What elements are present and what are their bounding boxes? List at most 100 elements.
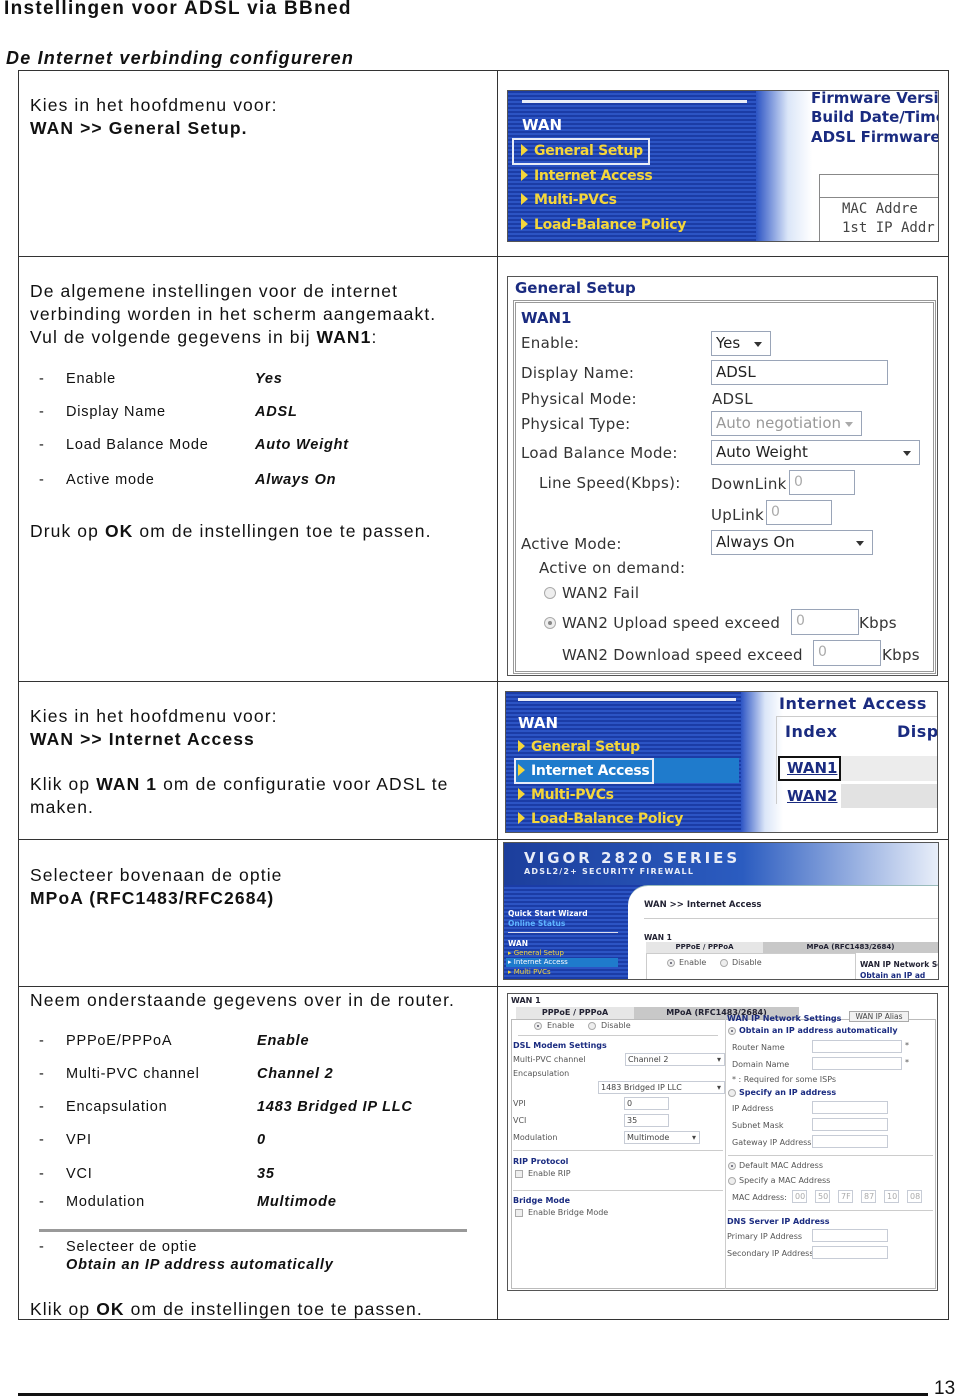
ip-address-input[interactable] <box>812 1101 888 1114</box>
enable-rip-checkbox[interactable] <box>515 1170 523 1178</box>
physical-mode-value: ADSL <box>712 390 753 408</box>
column-header-index: Index <box>785 722 838 741</box>
arrow-right-icon <box>518 812 525 824</box>
multi-pvc-channel-select[interactable]: Channel 2 <box>625 1053 725 1066</box>
instruction-text: Klik op WAN 1 om de configuratie voor AD… <box>30 774 449 794</box>
footer-divider <box>18 1393 928 1396</box>
wan2-fail-radio[interactable] <box>544 587 556 599</box>
menu-item-general-setup[interactable]: General Setup <box>521 143 643 159</box>
sidebar-section-wan: WAN <box>508 939 529 948</box>
physical-mode-label: Physical Mode: <box>521 390 637 408</box>
subnet-mask-input[interactable] <box>812 1118 888 1131</box>
mac-octet-input[interactable]: 00 <box>792 1190 807 1203</box>
step-row-mpoa: Selecteer bovenaan de optie MPoA (RFC148… <box>19 839 948 986</box>
breadcrumb: WAN >> Internet Access <box>644 900 762 910</box>
enable-radio[interactable] <box>667 959 675 967</box>
chevron-down-icon <box>903 450 911 456</box>
modulation-select[interactable]: Multimode <box>624 1131 700 1144</box>
page-number: 13 <box>934 1378 956 1399</box>
general-setup-screenshot: General Setup WAN1 Enable: Yes Display N… <box>507 276 938 676</box>
display-name-input[interactable]: ADSL <box>711 360 888 385</box>
tab-pppoe[interactable]: PPPoE / PPPoA <box>646 942 763 953</box>
brand-tagline: ADSL2/2+ SECURITY FIREWALL <box>524 867 695 876</box>
arrow-right-icon <box>518 764 525 776</box>
downlink-input[interactable]: 0 <box>789 470 855 495</box>
mac-octet-input[interactable]: 08 <box>907 1190 922 1203</box>
section-subtitle: De Internet verbinding configureren <box>6 48 355 68</box>
gateway-ip-input[interactable] <box>812 1135 888 1148</box>
obtain-ip-label: Obtain an IP address automatically <box>739 1026 898 1035</box>
menu-item-general-setup[interactable]: ▸ General Setup <box>508 949 564 957</box>
disable-radio[interactable] <box>720 959 728 967</box>
arrow-right-icon <box>518 788 525 800</box>
mac-octet-input[interactable]: 7F <box>838 1190 853 1203</box>
wan2-download-input[interactable]: 0 <box>813 640 881 666</box>
vigor-banner: VIGOR 2820 SERIES ADSL2/2+ SECURITY FIRE… <box>504 843 938 885</box>
disable-radio[interactable] <box>588 1022 596 1030</box>
bridge-mode-heading: Bridge Mode <box>513 1196 571 1205</box>
domain-name-input[interactable] <box>812 1057 902 1070</box>
physical-type-select[interactable]: Auto negotiation <box>711 411 862 436</box>
menu-item-load-balance-policy[interactable]: Load-Balance Policy <box>521 217 686 233</box>
menu-item-multi-pvcs[interactable]: Multi-PVCs <box>521 192 617 208</box>
vigor-screenshot: VIGOR 2820 SERIES ADSL2/2+ SECURITY FIRE… <box>503 842 939 980</box>
menu-item-internet-access[interactable]: Internet Access <box>518 763 650 779</box>
online-status-link[interactable]: Online Status <box>508 919 565 928</box>
divider <box>39 1229 467 1232</box>
wan2-upload-input[interactable]: 0 <box>791 609 859 635</box>
step-row-general-setup-menu: Kies in het hoofdmenu voor: WAN >> Gener… <box>19 71 948 256</box>
enable-bridge-mode-checkbox[interactable] <box>515 1209 523 1217</box>
obtain-ip-radio[interactable] <box>728 1027 736 1035</box>
secondary-dns-input[interactable] <box>812 1246 888 1259</box>
instruction-text: verbinding worden in het scherm aangemaa… <box>30 304 437 324</box>
wan-ip-settings-heading: WAN IP Network Settings <box>727 1014 842 1023</box>
menu-item-internet-access[interactable]: ▸ Internet Access <box>508 958 568 966</box>
encapsulation-select[interactable]: 1483 Bridged IP LLC <box>598 1081 725 1094</box>
load-balance-mode-select[interactable]: Auto Weight <box>711 440 920 465</box>
load-balance-mode-label: Load Balance Mode: <box>521 444 678 462</box>
screenshot-cell: VIGOR 2820 SERIES ADSL2/2+ SECURITY FIRE… <box>498 840 948 986</box>
screenshot-cell: General Setup WAN1 Enable: Yes Display N… <box>498 257 948 681</box>
chevron-down-icon <box>856 540 864 546</box>
firmware-version-label: Firmware Versi <box>811 90 939 107</box>
mac-address-label: MAC Addre <box>842 201 918 217</box>
tab-pppoe[interactable]: PPPoE / PPPoA <box>516 1007 634 1019</box>
wan2-upload-label: WAN2 Upload speed exceed <box>562 614 781 632</box>
menu-item-general-setup[interactable]: General Setup <box>518 739 640 755</box>
instruction-text: De algemene instellingen voor de interne… <box>30 281 399 301</box>
menu-item-multi-pvcs[interactable]: ▸ Multi PVCs <box>508 968 551 976</box>
dsl-modem-settings-heading: DSL Modem Settings <box>513 1041 607 1050</box>
enable-radio[interactable] <box>534 1022 542 1030</box>
router-name-input[interactable] <box>812 1040 902 1053</box>
wan2-upload-radio[interactable] <box>544 617 556 629</box>
mac-octet-input[interactable]: 10 <box>884 1190 899 1203</box>
menu-item-multi-pvcs[interactable]: Multi-PVCs <box>518 787 614 803</box>
primary-dns-input[interactable] <box>812 1229 888 1242</box>
vci-input[interactable]: 35 <box>624 1114 669 1127</box>
enable-select[interactable]: Yes <box>711 331 771 356</box>
quick-start-wizard-link[interactable]: Quick Start Wizard <box>508 909 588 918</box>
wan-ip-alias-button[interactable]: WAN IP Alias <box>849 1011 909 1022</box>
arrow-right-icon <box>521 169 528 181</box>
sidebar-section-wan: WAN <box>522 116 563 134</box>
mac-octet-input[interactable]: 50 <box>815 1190 830 1203</box>
specify-ip-radio[interactable] <box>728 1089 736 1097</box>
build-date-label: Build Date/Time <box>811 108 939 126</box>
instruction-cell: De algemene instellingen voor de interne… <box>19 257 498 681</box>
downlink-label: DownLink <box>711 475 787 493</box>
adsl-firmware-label: ADSL Firmware <box>811 128 939 146</box>
step-row-internet-access: Kies in het hoofdmenu voor: WAN >> Inter… <box>19 681 948 839</box>
mac-octet-input[interactable]: 87 <box>861 1190 876 1203</box>
active-mode-select[interactable]: Always On <box>711 530 873 555</box>
menu-item-load-balance-policy[interactable]: Load-Balance Policy <box>518 811 683 827</box>
default-mac-radio[interactable] <box>728 1162 736 1170</box>
tab-mpoa[interactable]: MPoA (RFC1483/2684) <box>763 942 938 953</box>
uplink-input[interactable]: 0 <box>766 500 832 525</box>
wan2-link[interactable]: WAN2 <box>787 787 837 805</box>
display-name-label: Display Name: <box>521 364 635 382</box>
wan1-link[interactable]: WAN1 <box>787 759 837 777</box>
specify-mac-radio[interactable] <box>728 1177 736 1185</box>
menu-item-internet-access[interactable]: Internet Access <box>521 168 653 184</box>
vpi-input[interactable]: 0 <box>624 1097 669 1110</box>
active-mode-label: Active Mode: <box>521 535 622 553</box>
